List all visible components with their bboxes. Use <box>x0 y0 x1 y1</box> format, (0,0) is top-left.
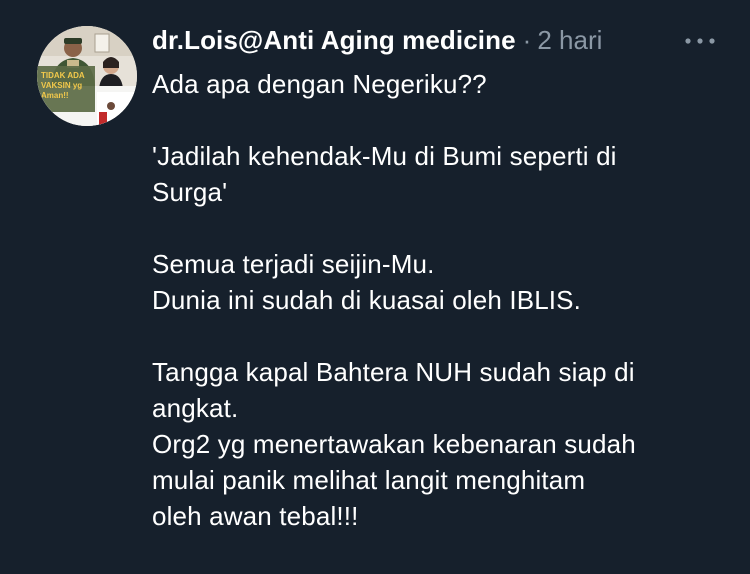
tweet-line: Semua terjadi seijin-Mu. <box>152 249 435 279</box>
tweet-timestamp[interactable]: 2 hari <box>537 25 602 56</box>
tweet-line: angkat. <box>152 393 239 423</box>
more-options-button[interactable] <box>680 27 720 55</box>
avatar-image: TIDAK ADA VAKSIN yg Aman!! <box>37 26 137 126</box>
avatar-caption-1: TIDAK ADA <box>41 71 85 80</box>
tweet-header: dr.Lois@Anti Aging medicine · 2 hari <box>152 22 602 58</box>
tweet-line: mulai panik melihat langit menghitam <box>152 465 586 495</box>
tweet-line: Org2 yg menertawakan kebenaran sudah <box>152 429 636 459</box>
avatar-caption-3: Aman!! <box>41 91 69 100</box>
tweet-line: oleh awan tebal!!! <box>152 501 359 531</box>
tweet-line: Ada apa dengan Negeriku?? <box>152 69 487 99</box>
tweet-line: Tangga kapal Bahtera NUH sudah siap di <box>152 357 635 387</box>
avatar[interactable]: TIDAK ADA VAKSIN yg Aman!! <box>37 26 137 126</box>
avatar-caption-2: VAKSIN yg <box>41 81 82 90</box>
tweet-text: Ada apa dengan Negeriku?? 'Jadilah kehen… <box>152 66 732 534</box>
tweet-line: 'Jadilah kehendak-Mu di Bumi seperti di <box>152 141 617 171</box>
header-separator: · <box>522 24 532 55</box>
more-horizontal-icon <box>685 38 715 44</box>
tweet-line: Surga' <box>152 177 228 207</box>
tweet-card[interactable]: TIDAK ADA VAKSIN yg Aman!! dr.Lois@Anti … <box>0 0 750 574</box>
author-display-name[interactable]: dr.Lois@Anti Aging medicine <box>152 25 516 56</box>
tweet-line: Dunia ini sudah di kuasai oleh IBLIS. <box>152 285 582 315</box>
